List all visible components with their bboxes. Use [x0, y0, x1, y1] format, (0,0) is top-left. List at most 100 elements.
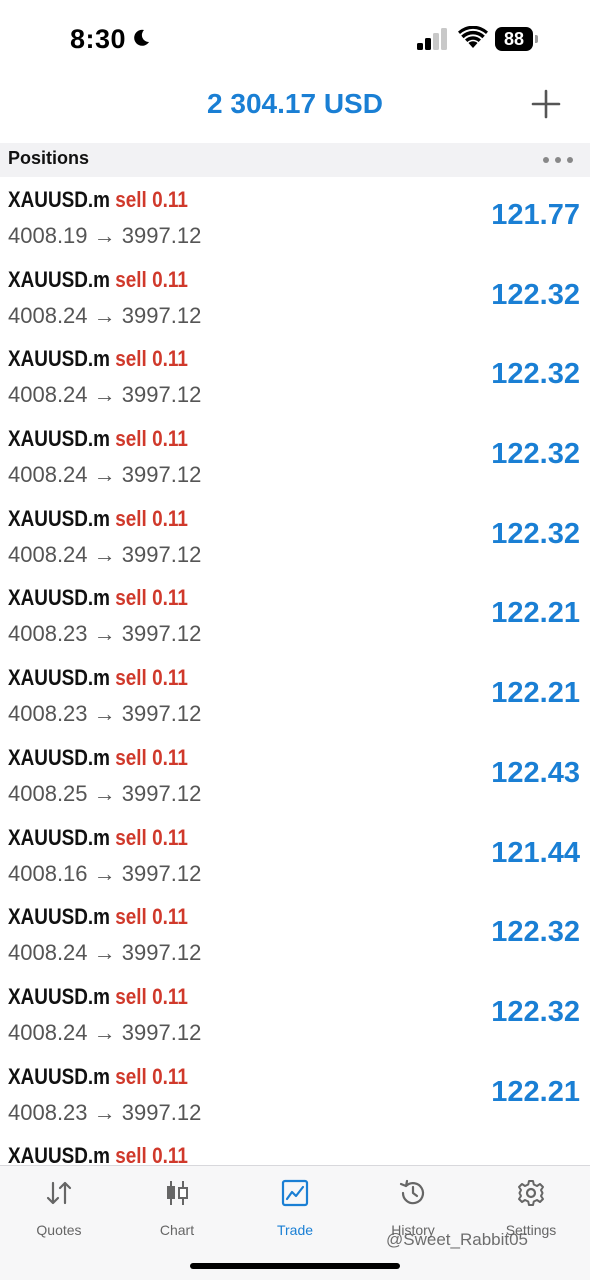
position-direction: sell	[115, 904, 147, 930]
position-row[interactable]: XAUUSD.m sell 0.11 4008.23 → 3997.12 122.2…	[0, 575, 590, 655]
open-price: 4008.25	[8, 780, 88, 806]
price-arrow: →	[93, 780, 116, 806]
position-volume: 0.11	[152, 505, 188, 531]
position-row[interactable]: XAUUSD.m sell 0.11 4008.24 → 3997.12 122.3…	[0, 974, 590, 1054]
current-price: 3997.12	[121, 541, 202, 567]
tab-settings[interactable]: Settings	[472, 1178, 590, 1238]
battery-icon: 88	[495, 27, 539, 51]
position-direction: sell	[115, 346, 147, 372]
tab-trade[interactable]: Trade	[236, 1178, 354, 1238]
position-row[interactable]: XAUUSD.m sell 0.11 4008.25 → 3997.12 122.4…	[0, 735, 590, 815]
tab-history[interactable]: History	[354, 1178, 472, 1238]
position-profit: 121.44	[491, 836, 580, 869]
open-price: 4008.23	[8, 701, 88, 727]
position-prices: 4008.23 → 3997.12	[8, 621, 201, 647]
gear-icon	[518, 1180, 544, 1206]
status-time: 8:30	[70, 24, 127, 54]
current-price: 3997.12	[121, 1099, 202, 1125]
position-symbol-line: XAUUSD.m sell 0.11	[8, 745, 188, 771]
position-volume: 0.11	[152, 744, 188, 770]
position-volume: 0.11	[152, 426, 188, 452]
position-symbol: XAUUSD.m	[8, 585, 110, 611]
position-direction: sell	[115, 426, 147, 452]
positions-section-header: Positions	[0, 143, 590, 177]
position-profit: 122.32	[491, 517, 580, 550]
tab-label: Trade	[276, 1222, 314, 1238]
position-symbol: XAUUSD.m	[8, 426, 110, 452]
current-price: 3997.12	[121, 621, 202, 647]
home-indicator[interactable]	[190, 1263, 400, 1269]
current-price: 3997.12	[121, 701, 202, 727]
open-price: 4008.16	[8, 860, 88, 886]
price-arrow: →	[93, 860, 116, 886]
positions-list: XAUUSD.m sell 0.11 4008.19 → 3997.12 121.7…	[0, 177, 590, 1213]
tab-quotes[interactable]: Quotes	[0, 1178, 118, 1238]
price-arrow: →	[93, 223, 116, 248]
open-price: 4008.24	[8, 462, 88, 488]
position-row[interactable]: XAUUSD.m sell 0.11 4008.24 → 3997.12 122.3…	[0, 257, 590, 337]
price-arrow: →	[93, 382, 116, 408]
position-direction: sell	[115, 665, 147, 691]
open-price: 4008.24	[8, 302, 88, 328]
open-price: 4008.23	[8, 621, 88, 647]
position-row[interactable]: XAUUSD.m sell 0.11 4008.24 → 3997.12 122.3…	[0, 894, 590, 974]
position-symbol: XAUUSD.m	[8, 187, 110, 212]
trade-chart-icon	[281, 1179, 309, 1207]
open-price: 4008.19	[8, 223, 88, 248]
position-row[interactable]: XAUUSD.m sell 0.11 4008.23 → 3997.12 122.2…	[0, 655, 590, 735]
open-price: 4008.24	[8, 541, 88, 567]
position-symbol: XAUUSD.m	[8, 983, 110, 1009]
position-prices: 4008.24 → 3997.12	[8, 542, 201, 568]
position-volume: 0.11	[152, 824, 188, 850]
position-prices: 4008.25 → 3997.12	[8, 781, 201, 807]
price-arrow: →	[93, 1019, 116, 1045]
status-bar: 8:30 88	[0, 0, 590, 80]
position-symbol: XAUUSD.m	[8, 904, 110, 930]
position-symbol-line: XAUUSD.m sell 0.11	[8, 585, 188, 611]
battery-level: 88	[495, 27, 533, 51]
position-symbol-line: XAUUSD.m sell 0.11	[8, 346, 188, 372]
open-price: 4008.23	[8, 1099, 88, 1125]
open-price: 4008.24	[8, 382, 88, 408]
price-arrow: →	[93, 940, 116, 966]
position-direction: sell	[115, 266, 147, 292]
price-arrow: →	[93, 462, 116, 488]
position-volume: 0.11	[152, 665, 188, 691]
price-arrow: →	[93, 1099, 116, 1125]
current-price: 3997.12	[121, 780, 202, 806]
open-price: 4008.24	[8, 940, 88, 966]
position-prices: 4008.23 → 3997.12	[8, 1100, 201, 1126]
price-arrow: →	[93, 701, 116, 727]
screen: 8:30 88 2 304.17 USD Positions XAUUSD.m …	[0, 0, 590, 1280]
position-row[interactable]: XAUUSD.m sell 0.11 4008.16 → 3997.12 121.4…	[0, 815, 590, 895]
current-price: 3997.12	[121, 462, 202, 488]
position-row[interactable]: XAUUSD.m sell 0.11 4008.24 → 3997.12 122.3…	[0, 416, 590, 496]
position-symbol: XAUUSD.m	[8, 266, 110, 292]
current-price: 3997.12	[121, 302, 202, 328]
more-options-icon[interactable]	[540, 153, 576, 167]
position-symbol-line: XAUUSD.m sell 0.11	[8, 904, 188, 930]
position-prices: 4008.24 → 3997.12	[8, 303, 201, 329]
position-symbol-line: XAUUSD.m sell 0.11	[8, 825, 188, 851]
current-price: 3997.12	[121, 1019, 202, 1045]
position-prices: 4008.24 → 3997.12	[8, 462, 201, 488]
position-symbol-line: XAUUSD.m sell 0.11	[8, 665, 188, 691]
position-prices: 4008.24 → 3997.12	[8, 1020, 201, 1046]
position-direction: sell	[115, 983, 147, 1009]
position-symbol-line: XAUUSD.m sell 0.11	[8, 187, 188, 213]
position-prices: 4008.24 → 3997.12	[8, 382, 201, 408]
position-profit: 121.77	[491, 199, 580, 231]
price-arrow: →	[93, 541, 116, 567]
wifi-icon	[458, 26, 488, 48]
add-icon[interactable]	[530, 88, 562, 120]
position-profit: 122.21	[491, 1075, 580, 1108]
position-direction: sell	[115, 505, 147, 531]
position-row[interactable]: XAUUSD.m sell 0.11 4008.24 → 3997.12 122.3…	[0, 496, 590, 576]
position-prices: 4008.19 → 3997.12	[8, 223, 201, 249]
tab-chart[interactable]: Chart	[118, 1178, 236, 1238]
position-row[interactable]: XAUUSD.m sell 0.11 4008.23 → 3997.12 122.2…	[0, 1054, 590, 1134]
open-price: 4008.24	[8, 1019, 88, 1045]
position-row[interactable]: XAUUSD.m sell 0.11 4008.19 → 3997.12 121.7…	[0, 177, 590, 257]
position-symbol: XAUUSD.m	[8, 346, 110, 372]
position-row[interactable]: XAUUSD.m sell 0.11 4008.24 → 3997.12 122.3…	[0, 336, 590, 416]
